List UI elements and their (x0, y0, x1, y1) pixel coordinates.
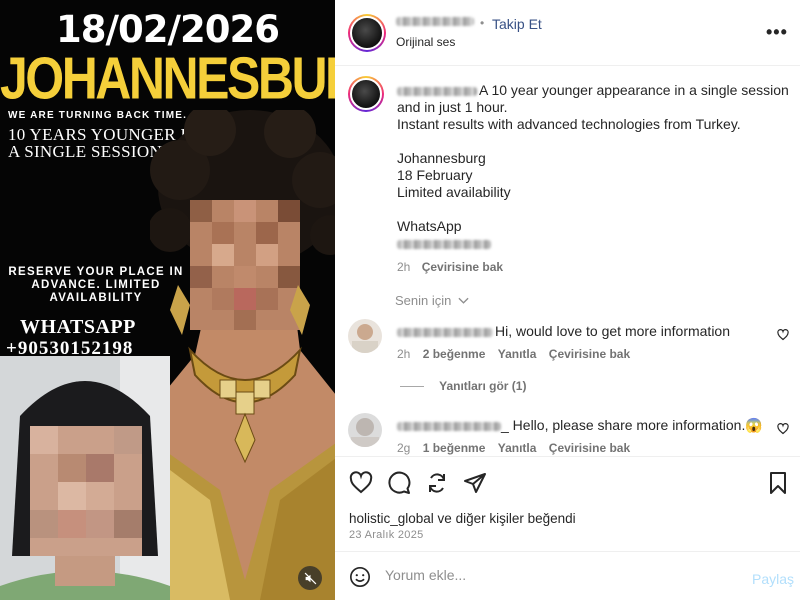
comment-body: Hi, would love to get more information (495, 323, 730, 339)
caption-line-1: A 10 year younger appearance in a single… (479, 82, 789, 98)
more-options-button[interactable]: ••• (766, 22, 788, 43)
view-replies-label: Yanıtları gör (1) (439, 379, 527, 393)
comment-bubble-icon[interactable] (387, 471, 411, 495)
commenter-avatar[interactable] (348, 413, 382, 447)
follow-button[interactable]: Takip Et (492, 16, 542, 32)
caption-line-5: Johannesburg (397, 150, 486, 166)
caption-line-6: 18 February (397, 167, 473, 183)
for-you-filter[interactable]: Senin için (395, 293, 469, 308)
reply-button[interactable]: Yanıtla (498, 347, 537, 361)
commenter-username-redacted[interactable] (397, 421, 501, 431)
post-actions-bar: holistic_global ve diğer kişiler beğendi… (335, 456, 800, 552)
caption-username-redacted[interactable] (397, 86, 477, 96)
chevron-down-icon (458, 297, 469, 304)
add-comment-bar: Paylaş (335, 553, 800, 600)
poster-city: JOHANNESBURG (0, 45, 335, 112)
replies-divider (400, 386, 424, 388)
comment-meta: 2h 2 beğenme Yanıtla Çevirisine bak (397, 347, 639, 361)
likes-summary[interactable]: holistic_global ve diğer kişiler beğendi (349, 511, 576, 526)
caption-time: 2h (397, 260, 411, 274)
comment-time: 2h (397, 347, 411, 361)
header-separator: • (480, 16, 485, 30)
comment-meta: 2g 1 beğenme Yanıtla Çevirisine bak (397, 441, 639, 455)
comment-translate-link[interactable]: Çevirisine bak (549, 441, 630, 455)
comment-input[interactable] (385, 567, 725, 583)
comment-translate-link[interactable]: Çevirisine bak (549, 347, 630, 361)
model-image (150, 110, 335, 600)
post-comment-button[interactable]: Paylaş (752, 571, 794, 587)
commenter-username-redacted[interactable] (397, 327, 493, 337)
save-bookmark-icon[interactable] (766, 471, 790, 495)
caption-line-3: Instant results with advanced technologi… (397, 116, 741, 132)
post-side-panel: • Takip Et Orijinal ses ••• A 10 year yo… (335, 0, 800, 600)
caption-translate-link[interactable]: Çevirisine bak (422, 260, 503, 274)
caption-author-avatar[interactable] (348, 76, 384, 112)
heart-icon[interactable] (777, 329, 789, 341)
caption-line-4 (397, 133, 792, 150)
caption-phone-redacted (397, 239, 491, 249)
comment-time: 2g (397, 441, 411, 455)
like-heart-icon[interactable] (349, 471, 373, 495)
heart-icon[interactable] (777, 423, 789, 435)
author-username-redacted[interactable] (396, 17, 474, 26)
post-date[interactable]: 23 Aralık 2025 (349, 529, 424, 541)
muted-speaker-icon (304, 572, 316, 584)
poster-whatsapp: WHATSAPP (20, 316, 136, 338)
post-media[interactable]: 18/02/2026 JOHANNESBURG WE ARE TURNING B… (0, 0, 335, 600)
comment-text: Hi, would love to get more information (397, 323, 730, 339)
commenter-avatar[interactable] (348, 319, 382, 353)
caption-line-9: WhatsApp (397, 218, 462, 234)
post-caption: A 10 year younger appearance in a single… (397, 82, 792, 276)
caption-line-7: Limited availability (397, 184, 511, 200)
comment-likes[interactable]: 2 beğenme (423, 347, 486, 361)
caption-line-8 (397, 201, 792, 218)
audio-label[interactable]: Orijinal ses (396, 35, 455, 49)
share-send-icon[interactable] (463, 471, 487, 495)
comment-body: _ Hello, please share more information.😱 (501, 417, 763, 433)
poster-reserve: RESERVE YOUR PLACE IN ADVANCE. LIMITED A… (8, 266, 184, 304)
post-header: • Takip Et Orijinal ses ••• (335, 0, 800, 66)
emoji-icon[interactable] (349, 566, 371, 588)
repost-icon[interactable] (425, 471, 449, 495)
author-avatar[interactable] (348, 14, 386, 52)
caption-line-2: and in just 1 hour. (397, 99, 508, 115)
comment-text: _ Hello, please share more information.😱 (397, 417, 763, 434)
reply-button[interactable]: Yanıtla (498, 441, 537, 455)
comment-likes[interactable]: 1 beğenme (423, 441, 486, 455)
mute-button[interactable] (298, 566, 322, 590)
view-replies-button[interactable]: Yanıtları gör (1) (400, 379, 526, 393)
for-you-label: Senin için (395, 293, 452, 308)
selfie-inset-image (0, 356, 170, 600)
